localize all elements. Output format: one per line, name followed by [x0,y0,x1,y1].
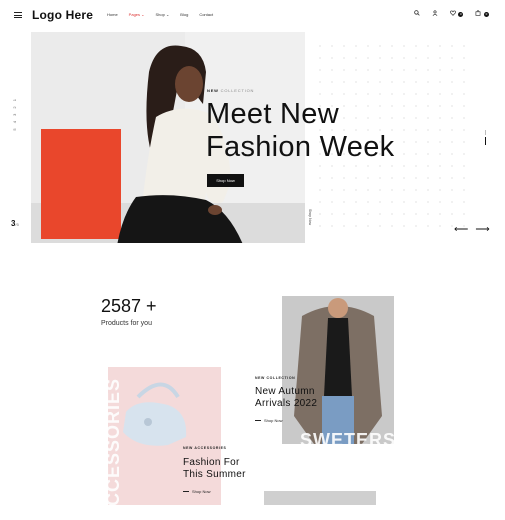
nav-item-blog[interactable]: Blog [180,12,188,17]
accessories-card-image[interactable] [108,367,221,505]
sweaters-bg-word: SWETERS [300,430,397,450]
site-header: Logo Here Home Pages ⌄ Shop ⌄ Blog Conta… [0,0,505,32]
arrow-right-icon[interactable]: ⟶ [475,224,489,235]
logo[interactable]: Logo Here [32,8,93,22]
third-card-image[interactable] [264,491,376,505]
card2-title: New Autumn Arrivals 2022 [255,386,317,410]
card1-title-line1: Fashion For [183,457,240,468]
hero-title-line2: Fashion Week [206,131,395,163]
search-icon[interactable] [413,10,420,18]
pagination-dot[interactable] [484,130,486,135]
card1-title: Fashion For This Summer [183,457,246,481]
card2-tag: NEW COLLECTION [255,376,296,380]
hero-shop-now-button[interactable]: Shop Now [207,174,244,187]
wishlist-icon[interactable]: 0 [449,10,464,18]
card2-shop-now-link[interactable]: Shop Now [255,418,282,423]
cart-count-badge: 0 [484,11,489,17]
slide-vertical-numbers[interactable]: 5 4 3 2 1 [12,97,17,131]
accessories-bg-word: ACCESSORIES [103,378,123,520]
slider-pagination [484,130,486,147]
slide-total: /5 [15,222,19,227]
hero-vertical-shop-link[interactable]: Shop Now [308,209,312,225]
hero-eyebrow-light: COLLECTION [220,88,255,93]
products-count-label: Products for you [101,320,152,327]
nav-item-contact[interactable]: Contact [199,12,213,17]
card2-title-line2: Arrivals 2022 [255,398,318,409]
nav-item-shop[interactable]: Shop ⌄ [155,12,169,17]
card1-tag: NEW ACCESSORIES [183,446,227,450]
menu-icon[interactable] [14,12,22,18]
user-icon[interactable] [432,10,438,18]
card1-title-line2: This Summer [183,469,246,480]
nav-item-pages[interactable]: Pages ⌄ [129,12,145,17]
red-seat [41,129,121,239]
hero-title-line1: Meet New [206,98,339,130]
arrow-left-icon[interactable]: ⟵ [454,224,468,235]
bag-illustration [123,382,187,446]
nav-item-home[interactable]: Home [107,12,118,17]
model-jacket-illustration [282,296,394,444]
slide-counter: 3/5 [11,219,19,228]
wishlist-count-badge: 0 [458,11,464,17]
header-icons: 0 0 [413,10,489,18]
cart-icon[interactable]: 0 [475,10,489,18]
hero-eyebrow-strong: NEW [207,88,219,93]
slider-arrows: ⟵ ⟶ [454,224,490,235]
products-count: 2587 + [101,296,157,316]
hero-title: Meet New Fashion Week [206,98,394,164]
card2-title-line1: New Autumn [255,386,315,397]
card1-shop-now-link[interactable]: Shop Now [183,489,210,494]
sweaters-card-image[interactable] [282,296,394,444]
pagination-dot-active[interactable] [484,137,486,145]
main-nav: Home Pages ⌄ Shop ⌄ Blog Contact [107,12,224,17]
hero-eyebrow: NEW COLLECTION [207,88,254,93]
